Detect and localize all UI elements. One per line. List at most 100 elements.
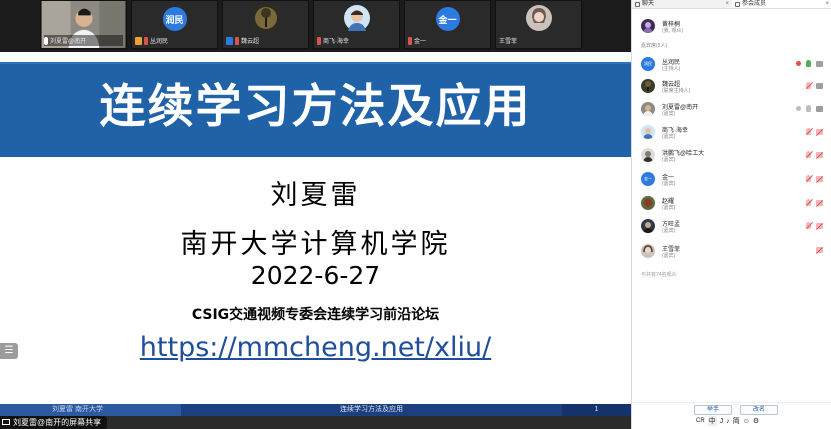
member-role: (嘉宾) bbox=[662, 253, 676, 259]
camera-icon[interactable] bbox=[816, 82, 823, 89]
member-role: (嘉宾) bbox=[662, 111, 676, 117]
member-controls bbox=[796, 60, 823, 67]
member-role: (嘉宾) bbox=[662, 205, 676, 211]
video-tile-speaker[interactable]: 刘夏雷@南开 bbox=[40, 0, 127, 49]
video-tile-shangfei[interactable]: 商飞·海幸 bbox=[313, 0, 400, 49]
tile-label-row: 刘夏雷@南开 bbox=[44, 35, 123, 46]
tab-participants[interactable]: 参会成员 × bbox=[732, 0, 831, 8]
member-row[interactable]: 赵耀 (嘉宾) bbox=[641, 195, 827, 213]
member-role: (嘉宾) bbox=[662, 134, 676, 140]
tile-label-row: 商飞·海幸 bbox=[317, 35, 396, 46]
close-icon[interactable]: × bbox=[825, 0, 829, 9]
member-row[interactable]: 商飞·海幸 (嘉宾) bbox=[641, 124, 827, 142]
avatar bbox=[641, 244, 655, 258]
video-tile-congrunmin[interactable]: 润民 丛润民 bbox=[131, 0, 218, 49]
ime-emoji-icon[interactable]: ☺ bbox=[743, 418, 750, 425]
ime-chinese-icon[interactable]: 中 bbox=[707, 416, 717, 426]
screen-share-icon bbox=[2, 419, 10, 425]
slide-forum: CSIG交通视频专委会连续学习前沿论坛 bbox=[191, 307, 440, 323]
raise-hand-button[interactable]: 举手 bbox=[694, 405, 732, 415]
avatar bbox=[641, 102, 655, 116]
guest-section-label: 嘉宾席(9人) bbox=[641, 43, 668, 49]
mic-muted-icon[interactable] bbox=[806, 222, 811, 229]
shield-icon bbox=[796, 106, 801, 111]
avatar bbox=[641, 19, 655, 33]
tile-label: 王雪菲 bbox=[499, 39, 518, 45]
member-row[interactable]: 刘夏雷@南开 (嘉宾) bbox=[641, 101, 827, 119]
camera-icon[interactable] bbox=[816, 60, 823, 67]
mic-muted-icon[interactable] bbox=[806, 175, 811, 182]
slide-footer: 刘夏雷 南开大学 连续学习方法及应用 1 bbox=[0, 404, 631, 416]
mic-muted-icon[interactable] bbox=[806, 199, 811, 206]
video-tile-wangxuefei[interactable]: 王雪菲 bbox=[495, 0, 582, 49]
member-row[interactable]: 洪鹏飞@哈工大 (嘉宾) bbox=[641, 147, 827, 165]
member-row[interactable]: 润民 丛润民 (主持人) bbox=[641, 56, 827, 74]
recording-icon bbox=[796, 61, 801, 66]
mic-muted-icon[interactable] bbox=[806, 151, 811, 158]
video-tile-weiyunchao[interactable]: 魏云超 bbox=[222, 0, 309, 49]
mic-muted-icon bbox=[144, 36, 148, 45]
avatar: 润民 bbox=[162, 7, 187, 31]
camera-off-icon[interactable] bbox=[816, 128, 823, 135]
camera-off-icon[interactable] bbox=[816, 247, 823, 253]
chat-icon bbox=[635, 2, 640, 7]
ime-moon-icon[interactable]: J bbox=[720, 418, 724, 425]
tile-label: 魏云超 bbox=[241, 39, 260, 45]
meeting-window: 刘夏雷@南开 润民 丛润民 魏云超 商飞·海幸 金一 金一 王雪菲 连续学习方法… bbox=[0, 0, 831, 429]
ime-cr-icon[interactable]: CR bbox=[696, 418, 705, 424]
ime-settings-icon[interactable]: ⚙ bbox=[753, 417, 759, 425]
slide-footer-author: 刘夏雷 南开大学 bbox=[0, 404, 181, 416]
screen-share-label: 刘夏雷@南开的屏幕共享 bbox=[13, 418, 102, 427]
slide-url: https://mmcheng.net/xliu/ bbox=[0, 332, 631, 363]
camera-off-icon[interactable] bbox=[816, 199, 823, 206]
member-controls bbox=[816, 247, 823, 253]
mic-muted-icon[interactable] bbox=[806, 82, 811, 89]
member-controls bbox=[806, 82, 823, 89]
tile-label-row: 金一 bbox=[408, 35, 487, 46]
member-role: (嘉宾) bbox=[662, 228, 676, 234]
tile-label: 商飞·海幸 bbox=[323, 39, 349, 45]
slide-footer-title: 连续学习方法及应用 bbox=[181, 404, 562, 416]
tab-chat[interactable]: 聊天 × bbox=[632, 0, 732, 8]
list-icon[interactable]: ☰ bbox=[0, 343, 18, 359]
slide-footer-page: 1 bbox=[562, 404, 631, 416]
rename-button[interactable]: 改名 bbox=[740, 405, 778, 415]
camera-off-icon[interactable] bbox=[816, 151, 823, 158]
ime-simplified-icon[interactable]: 简 bbox=[733, 416, 740, 426]
member-role: (主持人) bbox=[662, 66, 681, 72]
member-row[interactable]: 王雪菲 (嘉宾) bbox=[641, 243, 827, 261]
screen-share-indicator[interactable]: 刘夏雷@南开的屏幕共享 bbox=[0, 416, 108, 429]
member-role: (嘉宾) bbox=[662, 157, 676, 163]
tile-label: 刘夏雷@南开 bbox=[50, 39, 87, 45]
mic-muted-icon[interactable] bbox=[806, 128, 811, 135]
shared-slide: 连续学习方法及应用 刘夏雷 南开大学计算机学院 2022-6-27 CSIG交通… bbox=[0, 52, 631, 404]
camera-off-icon[interactable] bbox=[816, 222, 823, 229]
tile-label: 丛润民 bbox=[150, 39, 169, 45]
audience-count: 与共有74名观众 bbox=[641, 272, 677, 278]
ime-note-icon[interactable]: ♪ bbox=[726, 418, 730, 425]
member-row[interactable]: 金一 金一 (嘉宾) bbox=[641, 171, 827, 189]
panel-tabs: 聊天 × 参会成员 × bbox=[632, 0, 831, 9]
video-tile-jinyi[interactable]: 金一 金一 bbox=[404, 0, 491, 49]
member-row[interactable]: 方旺孟 (嘉宾) bbox=[641, 218, 827, 236]
camera-off-icon[interactable] bbox=[816, 175, 823, 182]
slide-author: 刘夏雷 bbox=[270, 180, 361, 211]
member-controls bbox=[806, 175, 823, 182]
people-icon bbox=[735, 2, 740, 7]
mic-icon[interactable] bbox=[806, 60, 811, 67]
self-row[interactable]: 黄梓桐 (我, 观众) bbox=[641, 18, 821, 38]
close-icon[interactable]: × bbox=[725, 0, 729, 9]
member-row[interactable]: 魏云超 (联席主持人) bbox=[641, 78, 827, 96]
mic-muted-icon bbox=[235, 36, 239, 45]
slide-title: 连续学习方法及应用 bbox=[99, 79, 532, 133]
avatar bbox=[641, 219, 655, 233]
avatar bbox=[641, 148, 655, 162]
avatar: 金一 bbox=[435, 7, 460, 31]
mic-icon[interactable] bbox=[806, 105, 811, 112]
tab-label: 聊天 bbox=[642, 1, 655, 7]
avatar bbox=[526, 5, 552, 31]
video-strip: 刘夏雷@南开 润民 丛润民 魏云超 商飞·海幸 金一 金一 王雪菲 bbox=[0, 0, 631, 52]
tile-label-row: 魏云超 bbox=[226, 35, 305, 46]
mic-muted-icon bbox=[408, 36, 412, 45]
camera-icon[interactable] bbox=[816, 105, 823, 112]
